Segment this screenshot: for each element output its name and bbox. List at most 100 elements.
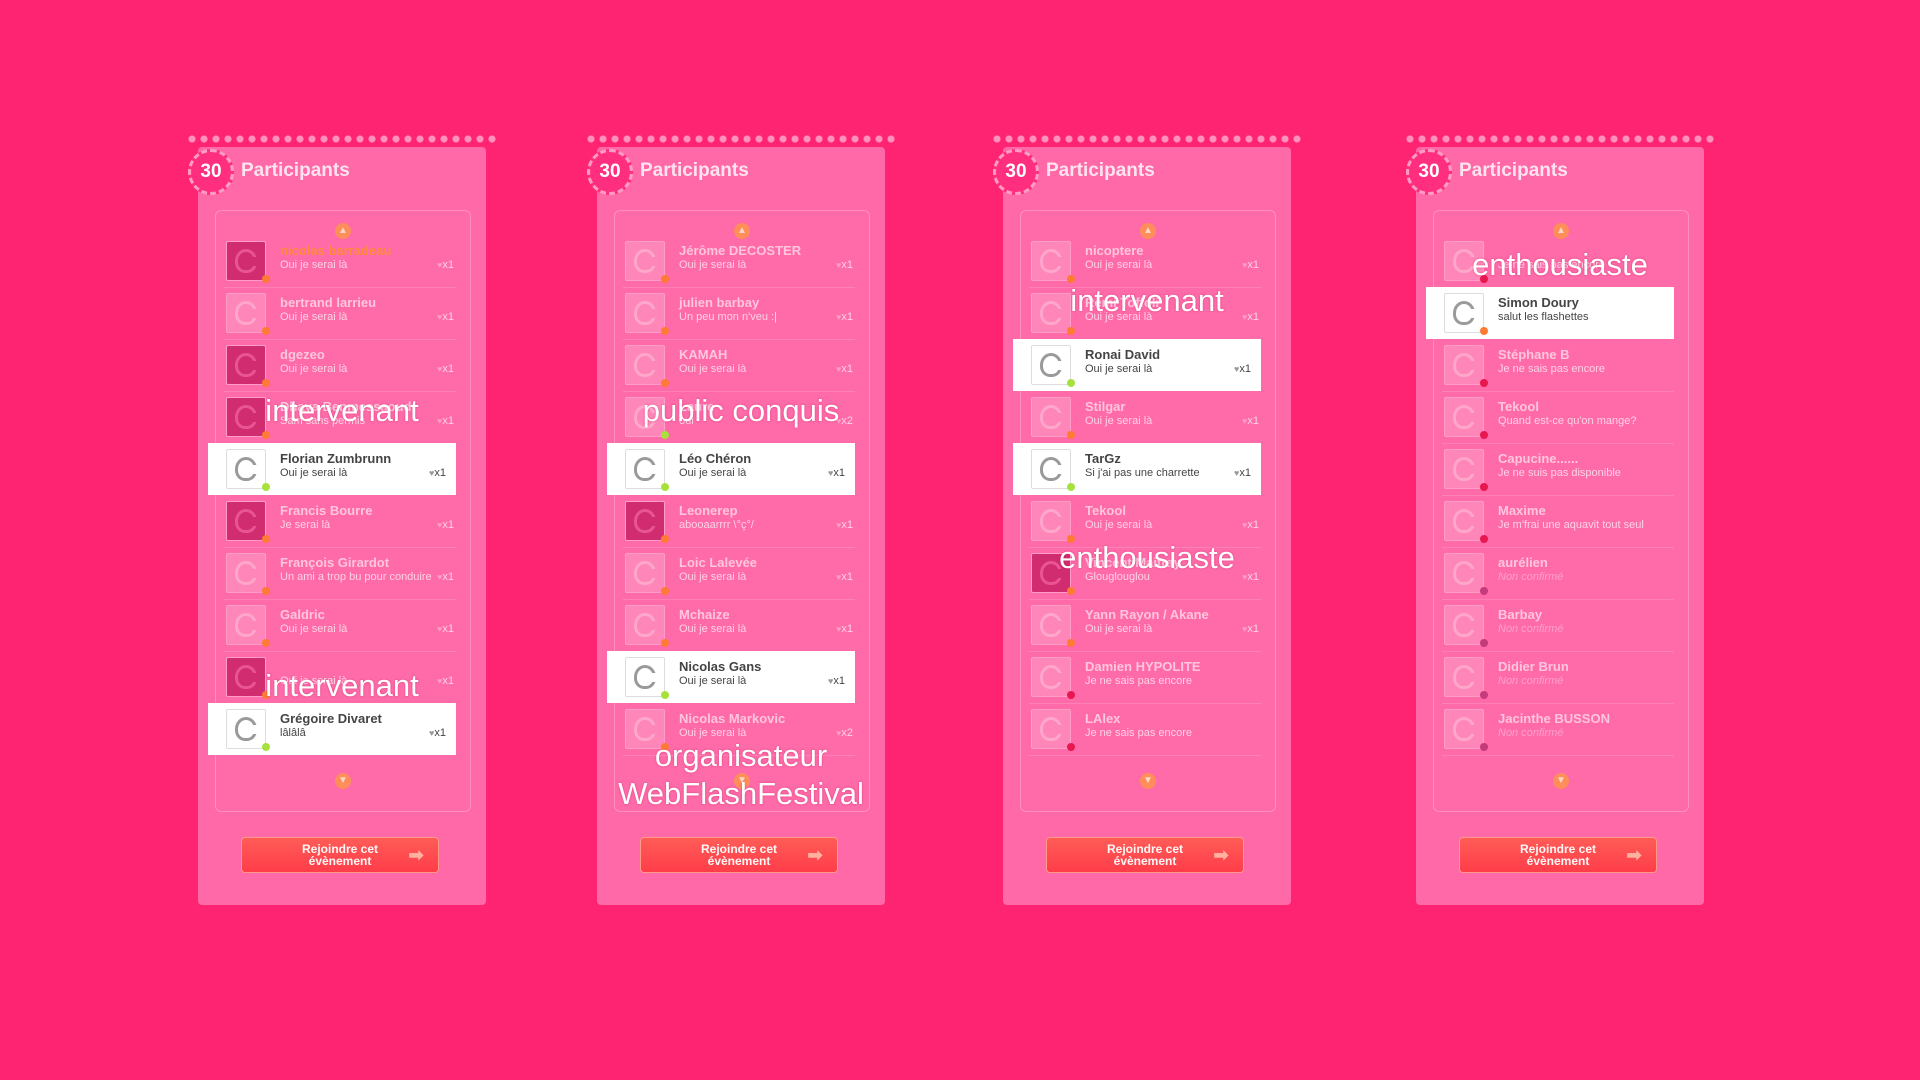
participant-name[interactable]: Maxime [1498,503,1546,518]
avatar[interactable] [1031,293,1071,333]
participant-name[interactable]: Yann Rayon / Akane [1085,607,1209,622]
avatar[interactable] [625,345,665,385]
participant-name[interactable]: Nicolas Gans [679,659,761,674]
avatar[interactable] [625,501,665,541]
participant-row[interactable]: François Girardot Un ami a trop bu pour c… [224,547,456,600]
avatar[interactable] [1444,501,1484,541]
avatar[interactable] [1031,241,1071,281]
participant-name[interactable]: dgezeo [280,347,325,362]
participant-name[interactable]: nicolas barradeau [280,243,391,258]
participant-name[interactable]: KAMAH [679,347,727,362]
avatar[interactable] [625,449,665,489]
participant-name[interactable]: Stilgar [1085,399,1125,414]
participant-row[interactable]: nicoptereOui je serai là x1 [1029,235,1261,288]
avatar[interactable] [226,345,266,385]
participant-row[interactable]: LAlex Je ne sais pas encore [1029,703,1261,756]
participant-row[interactable]: dgezeoOui je serai là x1 [224,339,456,392]
join-event-button[interactable]: Rejoindre cet évènement ➡ [640,837,838,873]
participant-name[interactable]: Leonerep [679,503,738,518]
participant-row[interactable]: nicolas barradeauOui je serai là x1 [224,235,456,288]
participant-row[interactable]: julien barbayUn peu mon n'veu :| x1 [623,287,855,340]
participant-row[interactable]: Francis BourreJe serai là x1 [224,495,456,548]
participant-name[interactable]: TarGz [1085,451,1121,466]
avatar[interactable] [226,553,266,593]
avatar[interactable] [226,657,266,697]
participant-row[interactable]: Ronai DavidOui je serai là x1 [1013,339,1261,391]
participant-row[interactable]: TarGzSi j'ai pas une charrette x1 [1013,443,1261,495]
avatar[interactable] [1444,293,1484,333]
participant-row[interactable]: Jacinthe BUSSON Non confirmé [1442,703,1674,756]
avatar[interactable] [1031,501,1071,541]
avatar[interactable] [1444,709,1484,749]
participant-row[interactable]: KAMAHOui je serai là x1 [623,339,855,392]
participant-row[interactable]: Tekool Quand est-ce qu'on mange? [1442,391,1674,444]
participant-row[interactable]: Florian ZumbrunnOui je serai là x1 [208,443,456,495]
participant-row[interactable]: Stéphane B Je ne sais pas encore [1442,339,1674,392]
avatar[interactable] [226,501,266,541]
avatar[interactable] [226,293,266,333]
participant-name[interactable]: Stéphane B [1498,347,1570,362]
participant-name[interactable]: Léo Chéron [679,451,751,466]
avatar[interactable] [1031,397,1071,437]
scroll-down-button[interactable]: ▼ [335,773,351,789]
join-event-button[interactable]: Rejoindre cet évènement ➡ [241,837,439,873]
participant-name[interactable]: LAlex [1085,711,1120,726]
participant-row[interactable]: Capucine...... Je ne suis pas disponible [1442,443,1674,496]
avatar[interactable] [625,657,665,697]
participant-name[interactable]: Mchaize [679,607,730,622]
participant-name[interactable]: julien barbay [679,295,759,310]
participant-row[interactable]: Loic LalevéeOui je serai là x1 [623,547,855,600]
participant-row[interactable]: Maxime Je m'frai une aquavit tout seul [1442,495,1674,548]
participant-row[interactable]: aurélien Non confirmé [1442,547,1674,600]
participant-row[interactable]: GaldricOui je serai là x1 [224,599,456,652]
scroll-down-button[interactable]: ▼ [1140,773,1156,789]
avatar[interactable] [1444,657,1484,697]
participant-name[interactable]: Jérôme DECOSTER [679,243,801,258]
avatar[interactable] [625,293,665,333]
participant-row[interactable]: Barbay Non confirmé [1442,599,1674,652]
avatar[interactable] [1031,605,1071,645]
avatar[interactable] [625,241,665,281]
avatar[interactable] [1031,709,1071,749]
avatar[interactable] [1031,345,1071,385]
participant-name[interactable]: bertrand larrieu [280,295,376,310]
participant-name[interactable]: Galdric [280,607,325,622]
participant-name[interactable]: nicoptere [1085,243,1144,258]
participant-row[interactable]: StilgarOui je serai là x1 [1029,391,1261,444]
participant-name[interactable]: Capucine...... [1498,451,1578,466]
avatar[interactable] [226,605,266,645]
participant-name[interactable]: Simon Doury [1498,295,1579,310]
participant-name[interactable]: Barbay [1498,607,1542,622]
scroll-down-button[interactable]: ▼ [1553,773,1569,789]
join-event-button[interactable]: Rejoindre cet évènement ➡ [1459,837,1657,873]
participant-name[interactable]: Francis Bourre [280,503,372,518]
avatar[interactable] [1444,605,1484,645]
participant-name[interactable]: Tekool [1085,503,1126,518]
avatar[interactable] [1444,449,1484,489]
avatar[interactable] [625,605,665,645]
avatar[interactable] [1031,449,1071,489]
participant-name[interactable]: Loic Lalevée [679,555,757,570]
participant-name[interactable]: Jacinthe BUSSON [1498,711,1610,726]
participant-name[interactable]: Ronai David [1085,347,1160,362]
participant-row[interactable]: Simon Doury salut les flashettes [1426,287,1674,339]
participant-row[interactable]: Jérôme DECOSTEROui je serai là x1 [623,235,855,288]
avatar[interactable] [1444,397,1484,437]
participant-name[interactable]: François Girardot [280,555,389,570]
avatar[interactable] [1444,345,1484,385]
avatar[interactable] [1444,553,1484,593]
participant-row[interactable]: Yann Rayon / AkaneOui je serai là x1 [1029,599,1261,652]
participant-row[interactable]: Grégoire Divaretlâlâlâ x1 [208,703,456,755]
participant-name[interactable]: Tekool [1498,399,1539,414]
avatar[interactable] [226,709,266,749]
participant-row[interactable]: MchaizeOui je serai là x1 [623,599,855,652]
avatar[interactable] [625,553,665,593]
avatar[interactable] [226,241,266,281]
participant-name[interactable]: Grégoire Divaret [280,711,382,726]
avatar[interactable] [226,397,266,437]
join-event-button[interactable]: Rejoindre cet évènement ➡ [1046,837,1244,873]
avatar[interactable] [226,449,266,489]
participant-row[interactable]: Léo ChéronOui je serai là x1 [607,443,855,495]
avatar[interactable] [1031,657,1071,697]
participant-row[interactable]: Damien HYPOLITE Je ne sais pas encore [1029,651,1261,704]
